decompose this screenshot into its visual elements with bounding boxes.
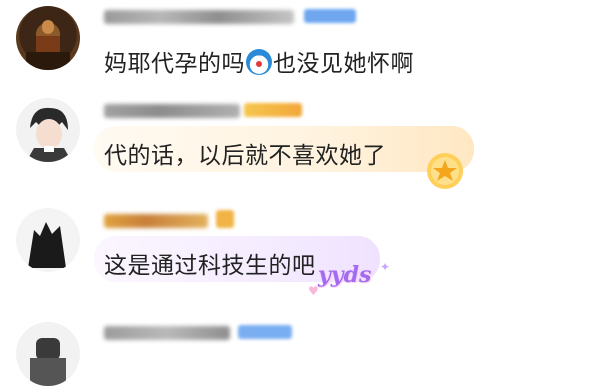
comment-item: 代的话，以后就不喜欢她了 [0,92,600,202]
comment-text: 妈耶代孕的吗 也没见她怀啊 [104,44,414,78]
avatar-figure-icon [30,338,66,386]
sparkle-icon: ✦ [380,260,391,274]
avatar-silhouette-icon [28,222,66,268]
yyds-sticker-text: yyds [318,262,372,288]
comment-item: 这是通过科技生的吧 yyds ♥ ✦ [0,202,600,312]
avatar[interactable] [16,322,80,386]
comment-text: 代的话，以后就不喜欢她了 [104,143,386,169]
comment-text: 这是通过科技生的吧 [104,253,316,279]
avatar-anime-icon [26,107,72,162]
avatar[interactable] [16,208,80,272]
gold-star-badge-icon [427,153,463,189]
username-blurred [104,10,294,24]
comment-text-part: 妈耶代孕的吗 [104,51,245,77]
user-level-badge [238,325,292,339]
avatar-figure-icon [26,20,70,70]
heart-icon: ♥ [308,284,319,298]
comment-item [0,312,600,386]
comment-text-part: 也没见她怀啊 [273,51,414,77]
user-level-badge [304,9,356,23]
doraemon-emoji-icon [246,49,272,75]
yyds-sticker: yyds ♥ ✦ [308,260,398,298]
comment-item: 妈耶代孕的吗 也没见她怀啊 [0,0,600,92]
avatar[interactable] [16,6,80,70]
username-blurred [104,104,240,118]
avatar[interactable] [16,98,80,162]
user-level-badge [216,210,234,228]
user-level-badge [244,103,302,117]
username-blurred [104,326,230,340]
username-blurred [104,214,208,228]
